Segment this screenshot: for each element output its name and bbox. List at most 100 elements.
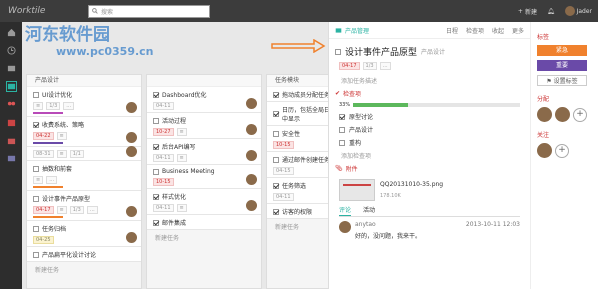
tag: 1/3 <box>46 102 61 110</box>
item-checkbox[interactable] <box>339 113 345 120</box>
task-checkbox[interactable] <box>153 91 159 98</box>
task-checkbox[interactable] <box>33 91 39 98</box>
task-card[interactable]: 活动过程 10-27 ≡ <box>147 113 261 139</box>
folder-icon[interactable] <box>7 136 16 145</box>
task-checkbox[interactable] <box>33 195 39 202</box>
task-card[interactable]: UI设计优化 ≡ 1/3… <box>27 87 141 117</box>
task-card[interactable]: 后台API编写 04-11 ≡ <box>147 139 261 165</box>
labels-title: 标签 <box>537 34 550 41</box>
task-column-1: 产品设计 UI设计优化 ≡ 1/3… 收费系统、策略 04-22 ≡ 08-31 ≡ 1… <box>26 74 142 289</box>
inbox-icon[interactable] <box>7 64 16 73</box>
task-title: 产品扁平化设计讨论 <box>42 252 97 259</box>
task-card[interactable]: 抽数和前套 ≡… <box>27 161 141 191</box>
task-checkbox[interactable] <box>273 91 279 98</box>
home-icon[interactable] <box>7 28 16 37</box>
task-card[interactable]: 日历，包括全局日历，任务在日历中显示 <box>267 102 328 126</box>
task-checkbox[interactable] <box>33 251 39 258</box>
bell-icon[interactable]: 🔔︎ <box>547 8 555 15</box>
new-task-button[interactable]: 新建任务 <box>147 230 261 245</box>
task-card[interactable]: Business Meeting 10-15 <box>147 165 261 189</box>
project-icon[interactable] <box>5 81 17 92</box>
task-title: Dashboard优化 <box>162 92 207 99</box>
task-card[interactable]: 通过邮件创建任务 04-15 <box>267 152 328 178</box>
task-checkbox[interactable] <box>273 111 279 117</box>
tab-comments[interactable]: 评论 <box>339 205 352 216</box>
new-task-button[interactable]: 新建任务 <box>267 219 328 234</box>
list-icon[interactable] <box>7 154 16 163</box>
task-checkbox[interactable] <box>33 225 39 232</box>
attachment-item[interactable]: QQ20131010-35.png 178.10K <box>339 179 520 201</box>
task-checkbox[interactable] <box>335 48 341 55</box>
due-date: 10-15 <box>153 178 174 186</box>
task-checkbox[interactable] <box>153 168 159 175</box>
item-checkbox[interactable] <box>339 139 345 146</box>
project-icon <box>335 27 342 33</box>
task-card[interactable]: 收费系统、策略 04-22 ≡ <box>27 117 141 147</box>
due-date[interactable]: 04-17 <box>339 62 360 70</box>
add-follower-button[interactable]: + <box>555 143 569 158</box>
task-card[interactable]: 访客的权限 <box>267 204 328 219</box>
checklist-item[interactable]: 原型讨论 <box>329 110 530 123</box>
task-checkbox[interactable] <box>153 143 159 150</box>
task-card[interactable]: 08-31 ≡ 1/1 <box>27 146 141 161</box>
task-card[interactable]: 安全性 10-15 <box>267 126 328 152</box>
label-important[interactable]: 重要 <box>537 60 587 71</box>
task-checkbox[interactable] <box>33 121 39 128</box>
checklist-item[interactable]: 产品设计 <box>329 123 530 136</box>
add-description[interactable]: 添加任务描述 <box>329 74 530 87</box>
new-button[interactable]: + 新建 <box>518 7 537 16</box>
task-card[interactable]: 拖动成员分配任务 <box>267 87 328 102</box>
checklist-item[interactable]: 重构 <box>329 136 530 149</box>
task-title[interactable]: 设计事件产品原型 <box>345 45 417 58</box>
task-checkbox[interactable] <box>273 208 279 215</box>
add-checklist-item[interactable]: 添加检查项 <box>329 149 530 162</box>
team-icon[interactable] <box>7 100 16 109</box>
task-card[interactable]: 邮件集成 <box>147 215 261 230</box>
tag: … <box>379 62 391 70</box>
attachment-name[interactable]: QQ20131010-35.png <box>380 181 443 188</box>
tab-activity[interactable]: 活动 <box>363 205 375 216</box>
task-title: 收费系统、策略 <box>42 122 85 129</box>
task-checkbox[interactable] <box>273 130 279 137</box>
comment-author[interactable]: anytao <box>355 221 376 228</box>
set-label-button[interactable]: ⚑ 设置标签 <box>537 75 587 86</box>
avatar[interactable] <box>537 143 552 158</box>
task-card[interactable]: 设计事件产品原型 04-17 ≡ 1/3… <box>27 191 141 221</box>
task-checkbox[interactable] <box>33 165 39 172</box>
task-card[interactable]: Dashboard优化 04-11 <box>147 87 261 113</box>
task-checkbox[interactable] <box>153 219 159 226</box>
task-card[interactable]: 任务筛选 04-11 <box>267 178 328 204</box>
set-label-text: 设置标签 <box>553 78 578 85</box>
calendar-icon[interactable] <box>7 118 16 127</box>
attachment-thumbnail[interactable] <box>339 179 375 201</box>
task-card[interactable]: 产品扁平化设计讨论 <box>27 247 141 262</box>
new-task-button[interactable]: 新建任务 <box>27 262 141 277</box>
due-date: 10-15 <box>273 141 294 149</box>
avatar[interactable] <box>555 107 570 122</box>
project-link[interactable]: 产品管理 <box>345 26 438 35</box>
task-checkbox[interactable] <box>153 193 159 200</box>
column-title <box>147 75 261 87</box>
item-checkbox[interactable] <box>339 126 345 133</box>
watermark-title: 河东软件园 <box>25 25 110 45</box>
more-button[interactable]: 更多 <box>512 26 524 35</box>
app-logo[interactable]: Worktile <box>8 6 78 16</box>
clock-icon[interactable] <box>6 46 16 55</box>
task-card[interactable]: 样式优化 04-11 ≡ <box>147 189 261 215</box>
item-text: 重构 <box>349 140 362 147</box>
add-assignee-button[interactable]: + <box>573 107 587 122</box>
collapse-button[interactable]: 收起 <box>492 26 504 35</box>
checklist-button[interactable]: 检查项 <box>466 26 484 35</box>
label-urgent[interactable]: 紧急 <box>537 45 587 56</box>
task-checkbox[interactable] <box>273 156 279 163</box>
avatar <box>126 102 137 113</box>
search-input[interactable]: 搜索 <box>88 4 210 18</box>
avatar[interactable] <box>537 107 552 122</box>
schedule-button[interactable]: 日程 <box>446 26 458 35</box>
task-card[interactable]: 任务归档 04-25 <box>27 221 141 247</box>
task-checkbox[interactable] <box>273 182 279 189</box>
checklist-progress: 33% <box>339 102 520 108</box>
task-checkbox[interactable] <box>153 117 159 124</box>
due-date: 08-31 <box>33 150 54 158</box>
user-menu[interactable]: Jader <box>564 6 592 16</box>
